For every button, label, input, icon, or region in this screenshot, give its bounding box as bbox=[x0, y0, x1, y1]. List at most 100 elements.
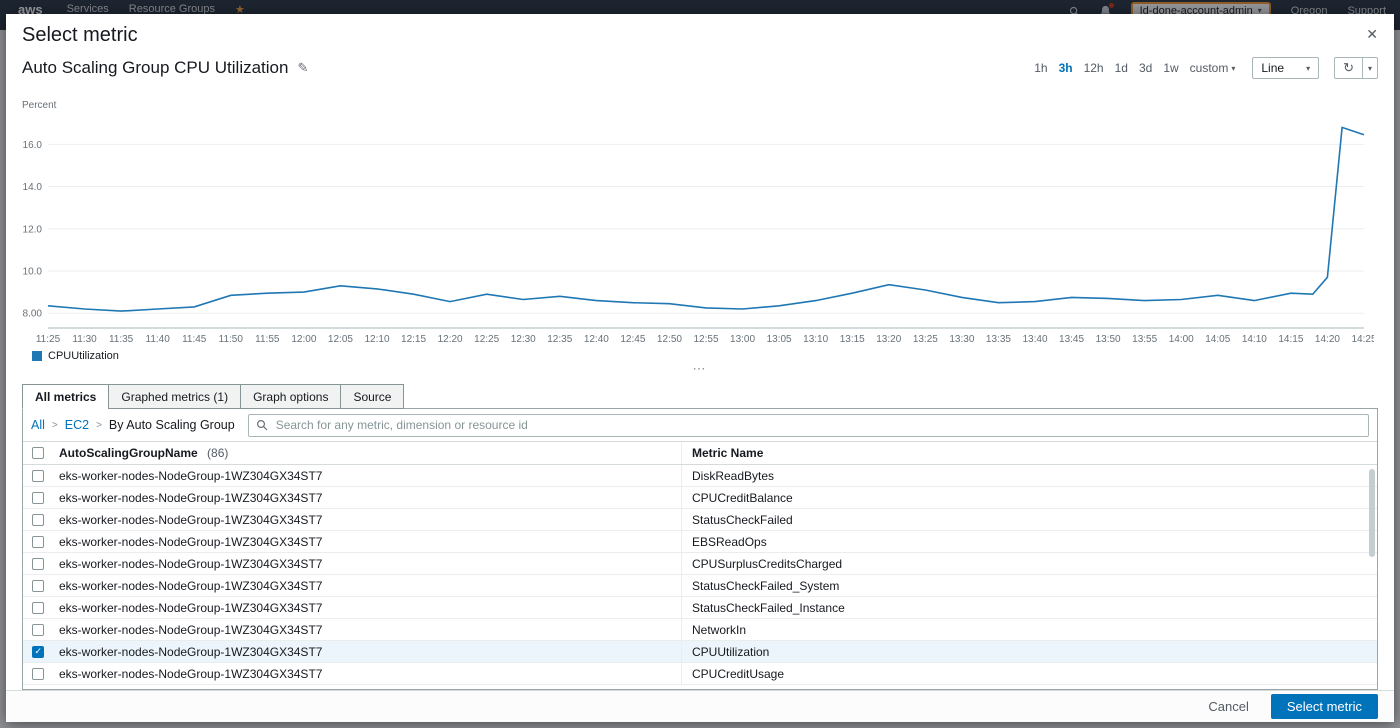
graph-title: Auto Scaling Group CPU Utilization bbox=[22, 58, 288, 78]
cpu-chart: 16.014.012.010.08.0011:2511:3011:3511:40… bbox=[14, 80, 1374, 346]
breadcrumb-all[interactable]: All bbox=[31, 418, 45, 432]
x-tick-label: 13:55 bbox=[1132, 334, 1157, 345]
tab-all-metrics[interactable]: All metrics bbox=[22, 384, 109, 409]
x-tick-label: 12:50 bbox=[657, 334, 682, 345]
row-checkbox[interactable] bbox=[32, 580, 44, 592]
row-checkbox[interactable] bbox=[32, 624, 44, 636]
breadcrumb-ec2[interactable]: EC2 bbox=[65, 418, 89, 432]
x-tick-label: 13:20 bbox=[876, 334, 901, 345]
tab-graph-options[interactable]: Graph options bbox=[240, 384, 341, 409]
row-asg-name: eks-worker-nodes-NodeGroup-1WZ304GX34ST7 bbox=[53, 535, 681, 549]
row-checkbox[interactable] bbox=[32, 668, 44, 680]
x-tick-label: 14:20 bbox=[1315, 334, 1340, 345]
row-metric-name: DiskReadBytes bbox=[681, 465, 1377, 486]
y-tick-label: 10.0 bbox=[23, 267, 43, 278]
row-asg-name: eks-worker-nodes-NodeGroup-1WZ304GX34ST7 bbox=[53, 513, 681, 527]
table-row[interactable]: eks-worker-nodes-NodeGroup-1WZ304GX34ST7… bbox=[23, 531, 1377, 553]
time-range-custom[interactable]: custom▾ bbox=[1190, 61, 1236, 75]
select-all-checkbox[interactable] bbox=[32, 447, 44, 459]
x-tick-label: 13:50 bbox=[1096, 334, 1121, 345]
dialog-title: Select metric bbox=[22, 24, 138, 46]
y-tick-label: 8.00 bbox=[23, 309, 43, 320]
column-header-asg-name[interactable]: AutoScalingGroupName (86) bbox=[53, 446, 681, 460]
column-count: (86) bbox=[207, 446, 228, 460]
x-tick-label: 11:55 bbox=[255, 334, 280, 345]
row-checkbox[interactable] bbox=[32, 514, 44, 526]
row-asg-name: eks-worker-nodes-NodeGroup-1WZ304GX34ST7 bbox=[53, 645, 681, 659]
time-range-3d[interactable]: 3d bbox=[1139, 61, 1152, 75]
metrics-tabs: All metricsGraphed metrics (1)Graph opti… bbox=[6, 376, 1394, 409]
resize-handle-icon[interactable]: ⋯ bbox=[6, 364, 1394, 376]
table-row[interactable]: eks-worker-nodes-NodeGroup-1WZ304GX34ST7… bbox=[23, 597, 1377, 619]
metric-search-input[interactable] bbox=[274, 417, 1361, 433]
x-tick-label: 13:05 bbox=[767, 334, 792, 345]
dialog-header: Select metric ✕ bbox=[6, 14, 1394, 48]
close-icon[interactable]: ✕ bbox=[1366, 26, 1378, 43]
table-row[interactable]: eks-worker-nodes-NodeGroup-1WZ304GX34ST7… bbox=[23, 487, 1377, 509]
chart-type-value: Line bbox=[1261, 61, 1284, 75]
table-row[interactable]: eks-worker-nodes-NodeGroup-1WZ304GX34ST7… bbox=[23, 575, 1377, 597]
x-tick-label: 12:45 bbox=[620, 334, 645, 345]
time-range-3h[interactable]: 3h bbox=[1059, 61, 1073, 75]
row-checkbox[interactable] bbox=[32, 602, 44, 614]
edit-title-icon[interactable]: ✎ bbox=[297, 60, 308, 76]
refresh-icon[interactable]: ↻ bbox=[1334, 57, 1363, 79]
refresh-options-caret[interactable]: ▾ bbox=[1363, 57, 1378, 79]
row-metric-name: NetworkIn bbox=[681, 619, 1377, 640]
x-tick-label: 14:05 bbox=[1205, 334, 1230, 345]
breadcrumb-row: All>EC2>By Auto Scaling Group bbox=[23, 409, 1377, 441]
table-header: AutoScalingGroupName (86) Metric Name bbox=[23, 441, 1377, 465]
table-row[interactable]: eks-worker-nodes-NodeGroup-1WZ304GX34ST7… bbox=[23, 641, 1377, 663]
metric-search-box bbox=[248, 414, 1369, 437]
x-tick-label: 11:45 bbox=[182, 334, 207, 345]
breadcrumb-separator: > bbox=[52, 420, 58, 431]
x-tick-label: 14:00 bbox=[1169, 334, 1194, 345]
row-checkbox[interactable] bbox=[32, 536, 44, 548]
table-body: eks-worker-nodes-NodeGroup-1WZ304GX34ST7… bbox=[23, 465, 1377, 689]
column-header-metric-name[interactable]: Metric Name bbox=[681, 442, 1377, 464]
x-tick-label: 13:35 bbox=[986, 334, 1011, 345]
row-checkbox[interactable] bbox=[32, 646, 44, 658]
x-tick-label: 12:35 bbox=[547, 334, 572, 345]
chart-area: 16.014.012.010.08.0011:2511:3011:3511:40… bbox=[6, 80, 1394, 346]
x-tick-label: 12:15 bbox=[401, 334, 426, 345]
row-checkbox[interactable] bbox=[32, 492, 44, 504]
breadcrumb-by-auto-scaling-group: By Auto Scaling Group bbox=[109, 418, 235, 432]
x-tick-label: 12:55 bbox=[693, 334, 718, 345]
scrollbar-thumb[interactable] bbox=[1369, 469, 1375, 557]
row-asg-name: eks-worker-nodes-NodeGroup-1WZ304GX34ST7 bbox=[53, 491, 681, 505]
search-icon bbox=[256, 419, 268, 431]
x-tick-label: 12:10 bbox=[364, 334, 389, 345]
chart-type-select[interactable]: Line ▾ bbox=[1252, 57, 1319, 79]
row-asg-name: eks-worker-nodes-NodeGroup-1WZ304GX34ST7 bbox=[53, 667, 681, 681]
select-metric-button[interactable]: Select metric bbox=[1271, 694, 1378, 719]
row-asg-name: eks-worker-nodes-NodeGroup-1WZ304GX34ST7 bbox=[53, 469, 681, 483]
time-range-1w[interactable]: 1w bbox=[1163, 61, 1178, 75]
x-tick-label: 11:30 bbox=[72, 334, 97, 345]
table-row[interactable]: eks-worker-nodes-NodeGroup-1WZ304GX34ST7… bbox=[23, 663, 1377, 685]
row-checkbox[interactable] bbox=[32, 558, 44, 570]
x-tick-label: 11:25 bbox=[36, 334, 61, 345]
time-range-1d[interactable]: 1d bbox=[1115, 61, 1128, 75]
select-metric-dialog: Select metric ✕ Auto Scaling Group CPU U… bbox=[6, 14, 1394, 722]
table-row[interactable]: eks-worker-nodes-NodeGroup-1WZ304GX34ST7… bbox=[23, 619, 1377, 641]
table-row[interactable]: eks-worker-nodes-NodeGroup-1WZ304GX34ST7… bbox=[23, 553, 1377, 575]
time-range-1h[interactable]: 1h bbox=[1034, 61, 1047, 75]
row-metric-name: EBSReadOps bbox=[681, 531, 1377, 552]
tab-graphed-metrics-1[interactable]: Graphed metrics (1) bbox=[108, 384, 241, 409]
row-checkbox[interactable] bbox=[32, 470, 44, 482]
row-metric-name: CPUCreditBalance bbox=[681, 487, 1377, 508]
table-row[interactable]: eks-worker-nodes-NodeGroup-1WZ304GX34ST7… bbox=[23, 465, 1377, 487]
legend-swatch bbox=[32, 351, 42, 361]
row-metric-name: StatusCheckFailed_System bbox=[681, 575, 1377, 596]
caret-down-icon: ▾ bbox=[1306, 64, 1310, 73]
cancel-button[interactable]: Cancel bbox=[1202, 698, 1254, 715]
time-controls: 1h 3h 12h 1d 3d 1w custom▾ Line ▾ ↻ ▾ bbox=[1034, 57, 1378, 79]
dialog-footer: Cancel Select metric bbox=[6, 690, 1394, 722]
column-label: AutoScalingGroupName bbox=[59, 446, 198, 460]
tab-source[interactable]: Source bbox=[340, 384, 404, 409]
table-row[interactable]: eks-worker-nodes-NodeGroup-1WZ304GX34ST7… bbox=[23, 509, 1377, 531]
time-range-12h[interactable]: 12h bbox=[1084, 61, 1104, 75]
refresh-split-button: ↻ ▾ bbox=[1334, 57, 1378, 79]
cpu-utilization-line bbox=[48, 127, 1364, 311]
